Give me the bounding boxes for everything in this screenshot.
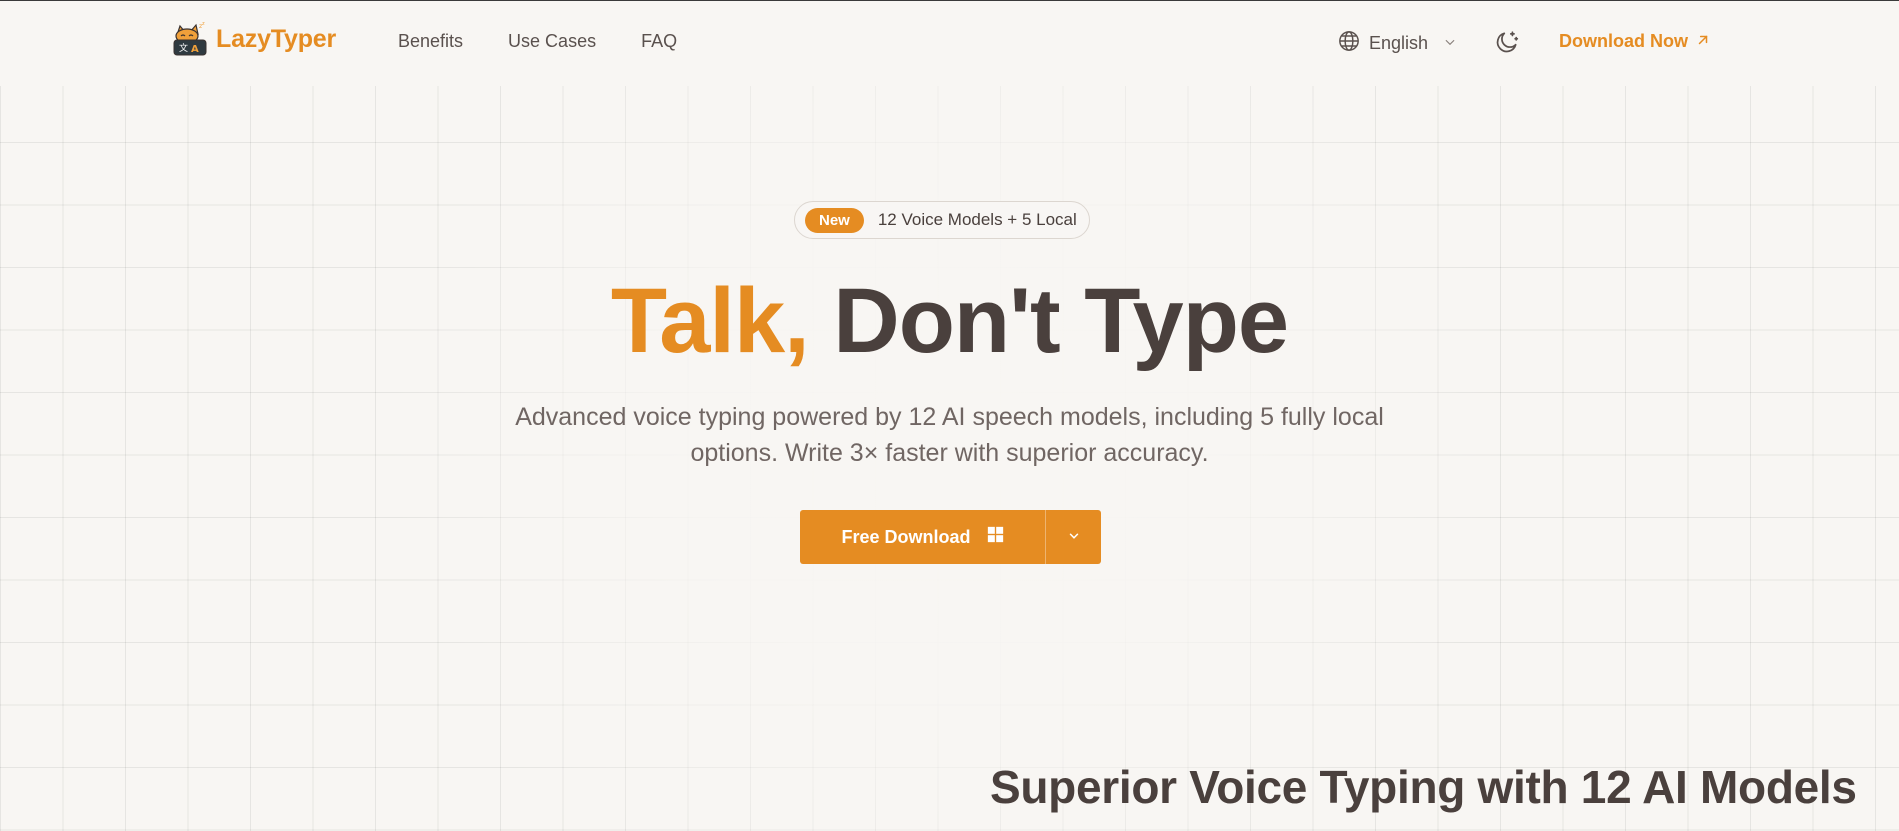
hero-title-rest: Don't Type [833,270,1289,372]
section-title: Superior Voice Typing with 12 AI Models [990,761,1857,813]
globe-icon [1338,30,1360,57]
free-download-label: Free Download [841,526,971,547]
badge-new-tag: New [805,207,864,233]
moon-stars-icon [1494,31,1520,58]
windows-icon [987,526,1004,548]
language-label: English [1369,33,1429,53]
svg-text:z: z [202,21,205,27]
svg-text:文: 文 [179,42,188,54]
download-options-dropdown-button[interactable] [1046,510,1101,564]
free-download-button[interactable]: Free Download [800,510,1045,564]
nav-link-use-cases[interactable]: Use Cases [508,31,596,52]
badge-text: 12 Voice Models + 5 Local [877,210,1077,229]
download-now-link[interactable]: Download Now [1559,31,1710,52]
download-now-label: Download Now [1559,31,1688,51]
theme-toggle-button[interactable] [1494,29,1520,55]
download-split-button: Free Download [800,510,1101,564]
main-nav: Benefits Use Cases FAQ [398,31,677,52]
hero-title-accent: Talk, [610,270,810,372]
brand-name: LazyTyper [216,24,337,53]
arrow-up-right-icon [1696,31,1710,52]
site-header: 文 A z z LazyTyper Benefits Use Cases FAQ… [0,1,1899,83]
cat-keyboard-logo-icon: 文 A z z [172,21,208,57]
hero-subtitle: Advanced voice typing powered by 12 AI s… [515,403,1384,467]
hero-title: Talk, Don't Type [0,268,1899,374]
nav-link-faq[interactable]: FAQ [641,31,677,52]
nav-link-benefits[interactable]: Benefits [398,31,463,52]
language-selector[interactable]: English [1338,30,1457,57]
chevron-down-icon [1443,33,1457,54]
svg-text:A: A [191,44,199,55]
announcement-badge: New 12 Voice Models + 5 Local [794,201,1090,239]
brand-logo-link[interactable]: 文 A z z LazyTyper [172,21,336,57]
chevron-down-icon [1067,529,1081,546]
